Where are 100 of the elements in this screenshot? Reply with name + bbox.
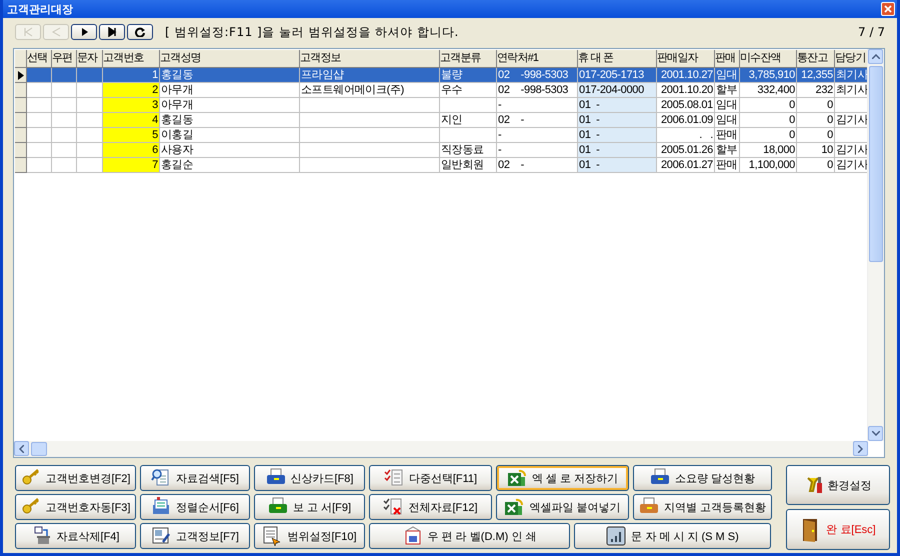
action-button[interactable]: 다중선택[F11] xyxy=(369,465,492,491)
row-header[interactable] xyxy=(15,68,27,83)
table-row[interactable]: 3 아무개 - 01 - 2005.08.01 임대 0 0 xyxy=(15,98,869,113)
table-cell: 할부 xyxy=(715,143,740,158)
table-cell: 지인 xyxy=(440,113,497,128)
refresh-button[interactable] xyxy=(127,24,153,40)
scroll-right-icon xyxy=(858,444,863,452)
table-cell: 0 xyxy=(797,98,835,113)
table-cell: 판매 xyxy=(715,128,740,143)
vertical-scrollbar[interactable] xyxy=(867,49,884,441)
column-header[interactable]: 선택 xyxy=(27,50,52,68)
close-button[interactable] xyxy=(881,2,895,16)
previous-icon xyxy=(50,27,62,37)
table-cell xyxy=(52,158,77,173)
action-button[interactable]: 정렬순서[F6] xyxy=(140,494,250,520)
table-cell: 직장동료 xyxy=(440,143,497,158)
scroll-thumb[interactable] xyxy=(869,66,883,262)
table-cell: 아무개 xyxy=(160,83,300,98)
table-cell: 3,785,910 xyxy=(740,68,797,83)
table-cell: 01 - xyxy=(578,113,657,128)
table-row[interactable]: 2 아무개 소프트웨어메이크(주) 우수 02 -998-5303 017-204-0000 2001.10.20 할부 332,400 232 최기사 xyxy=(15,83,869,98)
table-cell: 5 xyxy=(103,128,160,143)
action-button[interactable]: 소요량 달성현황 xyxy=(633,465,772,491)
column-header[interactable]: 고객번호 xyxy=(103,50,160,68)
column-header[interactable]: 담당기 xyxy=(835,50,869,68)
table-cell: 2005.01.26 xyxy=(657,143,715,158)
action-button[interactable]: 엑셀파일 붙여넣기 xyxy=(496,494,629,520)
last-record-button[interactable] xyxy=(99,24,125,40)
tools-icon xyxy=(804,475,824,495)
table-row[interactable]: 5 이홍길 - 01 - . . 판매 0 0 xyxy=(15,128,869,143)
spreadsheet-icon xyxy=(504,497,524,517)
table-cell: 0 xyxy=(797,158,835,173)
horizontal-scrollbar[interactable] xyxy=(14,441,868,457)
action-button[interactable]: 보 고 서[F9] xyxy=(254,494,365,520)
column-header[interactable]: 미수잔액 xyxy=(740,50,797,68)
refresh-icon xyxy=(134,27,146,37)
column-header[interactable]: 연락처#1 xyxy=(497,50,578,68)
column-header[interactable]: 고객분류 xyxy=(440,50,497,68)
table-cell: 2006.01.09 xyxy=(657,113,715,128)
scroll-thumb[interactable] xyxy=(31,442,47,456)
column-header[interactable]: 통잔고 xyxy=(797,50,835,68)
table-cell: 소프트웨어메이크(주) xyxy=(300,83,440,98)
column-header[interactable]: 고객정보 xyxy=(300,50,440,68)
table-cell: 할부 xyxy=(715,83,740,98)
scroll-up-icon xyxy=(872,54,880,59)
table-cell: 4 xyxy=(103,113,160,128)
table-cell: 017-204-0000 xyxy=(578,83,657,98)
action-button[interactable]: 고객번호자동[F3] xyxy=(15,494,136,520)
table-cell: 01 - xyxy=(578,143,657,158)
search-icon xyxy=(151,468,172,488)
settings-button[interactable]: 환경설정 xyxy=(786,465,890,505)
action-button[interactable]: 지역별 고객등록현황 xyxy=(633,494,772,520)
action-button[interactable]: 엑 셀 로 저장하기 xyxy=(496,465,629,491)
table-cell: 사용자 xyxy=(160,143,300,158)
action-button[interactable]: 고객번호변경[F2] xyxy=(15,465,136,491)
window-title: 고객관리대장 xyxy=(7,2,73,16)
table-row[interactable]: 1 홍길동 프라임샵 불량 02 -998-5303 017-205-1713 2001.10.27 임대 3,785,910 12,355 최기사 xyxy=(15,68,869,83)
table-cell: 2 xyxy=(103,83,160,98)
table-row[interactable]: 6 사용자 직장동료 - 01 - 2005.01.26 할부 18,000 10 김기사 xyxy=(15,143,869,158)
action-button[interactable]: 문 자 메 시 지 (S M S) xyxy=(574,523,771,549)
table-cell: 임대 xyxy=(715,98,740,113)
action-button[interactable]: 신상카드[F8] xyxy=(254,465,365,491)
table-cell: 2006.01.27 xyxy=(657,158,715,173)
column-header[interactable]: 판매일자 xyxy=(657,50,715,68)
signal-icon xyxy=(606,526,626,546)
action-button[interactable]: 자료삭제[F4] xyxy=(15,523,136,549)
table-cell: 1,100,000 xyxy=(740,158,797,173)
table-cell: 홍길동 xyxy=(160,68,300,83)
table-row[interactable]: 7 홍길순 일반회원 02 - 01 - 2006.01.27 판매 1,100,000 0 김기사 xyxy=(15,158,869,173)
table-cell: 7 xyxy=(103,158,160,173)
column-header[interactable]: 휴 대 폰 xyxy=(578,50,657,68)
column-header[interactable]: 우편 xyxy=(52,50,77,68)
table-cell xyxy=(27,128,52,143)
spreadsheet-icon xyxy=(506,468,527,488)
table-cell: 우수 xyxy=(440,83,497,98)
checklist-icon xyxy=(383,497,404,517)
table-cell: 017-205-1713 xyxy=(578,68,657,83)
table-cell: 임대 xyxy=(715,113,740,128)
trash-icon xyxy=(32,526,52,546)
column-header[interactable]: 판매 xyxy=(715,50,740,68)
table-cell: 불량 xyxy=(440,68,497,83)
column-header[interactable]: 고객성명 xyxy=(160,50,300,68)
table-cell xyxy=(77,68,103,83)
action-button[interactable]: 고객정보[F7] xyxy=(140,523,250,549)
table-cell: 일반회원 xyxy=(440,158,497,173)
action-button[interactable]: 범위설정[F10] xyxy=(254,523,365,549)
exit-button[interactable]: 완 료[Esc] xyxy=(786,509,890,550)
next-record-button[interactable] xyxy=(71,24,97,40)
table-cell: 판매 xyxy=(715,158,740,173)
table-cell: 2001.10.20 xyxy=(657,83,715,98)
table-row[interactable]: 4 홍길동 지인 02 - 01 - 2006.01.09 임대 0 0 김기사 xyxy=(15,113,869,128)
action-button[interactable]: 전체자료[F12] xyxy=(369,494,492,520)
table-cell xyxy=(27,143,52,158)
action-button[interactable]: 자료검색[F5] xyxy=(140,465,250,491)
corner-header xyxy=(15,50,27,68)
record-count: 7 / 7 xyxy=(858,25,885,39)
table-cell: 0 xyxy=(740,113,797,128)
table-cell xyxy=(440,128,497,143)
column-header[interactable]: 문자 xyxy=(77,50,103,68)
action-button[interactable]: 우 편 라 벨(D.M) 인 쇄 xyxy=(369,523,570,549)
